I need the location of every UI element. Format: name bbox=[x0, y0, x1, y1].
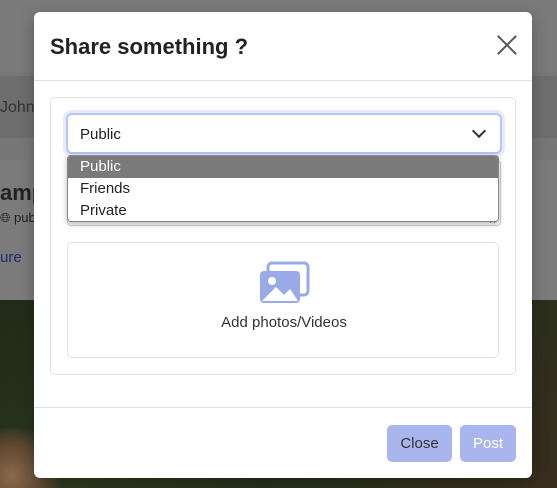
chevron-down-icon bbox=[471, 123, 487, 139]
privacy-select[interactable]: Public bbox=[66, 113, 502, 154]
images-icon bbox=[260, 261, 310, 303]
share-modal: Share something ? Public Public Friends … bbox=[34, 12, 532, 478]
modal-header: Share something ? bbox=[34, 12, 532, 81]
modal-body: Public Public Friends Private Add photos… bbox=[50, 97, 516, 375]
post-button[interactable]: Post bbox=[460, 425, 516, 462]
add-media-area[interactable]: Add photos/Videos bbox=[67, 242, 499, 358]
privacy-option-friends[interactable]: Friends bbox=[68, 178, 498, 200]
background-privacy-text: pub bbox=[14, 210, 36, 225]
background-link: ure bbox=[0, 249, 22, 266]
add-media-label: Add photos/Videos bbox=[221, 314, 347, 331]
privacy-select-value: Public bbox=[80, 126, 121, 143]
close-button[interactable]: Close bbox=[387, 425, 452, 462]
modal-title: Share something ? bbox=[50, 34, 249, 59]
privacy-option-private[interactable]: Private bbox=[68, 200, 498, 221]
close-icon[interactable] bbox=[496, 34, 518, 56]
background-user-name: John bbox=[0, 99, 35, 116]
background-privacy-label: 🌐︎ pub bbox=[0, 210, 36, 225]
privacy-option-public[interactable]: Public bbox=[68, 156, 498, 178]
privacy-dropdown-list: Public Friends Private bbox=[67, 155, 499, 222]
modal-footer: Close Post bbox=[34, 407, 532, 478]
